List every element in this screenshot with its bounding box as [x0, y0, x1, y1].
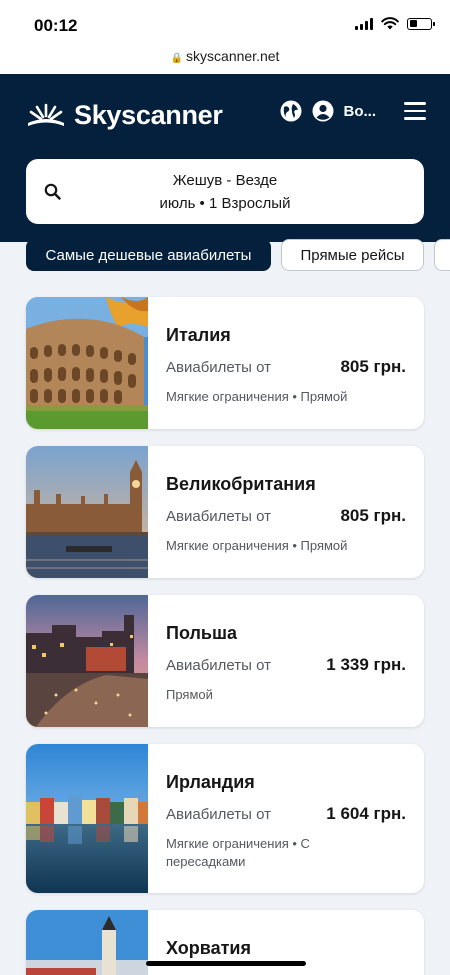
site-header: Skyscanner Во... Жешув - Везде июль • 1 … — [0, 74, 450, 242]
user-label[interactable]: Во... — [344, 103, 377, 120]
destination-price: 805 грн. — [340, 357, 406, 376]
skyscanner-logo[interactable]: Skyscanner — [26, 100, 223, 131]
destination-price: 1 604 грн. — [326, 804, 406, 823]
brand-name: Skyscanner — [74, 100, 223, 130]
url-text: skyscanner.net — [186, 48, 280, 64]
uk-photo — [26, 446, 148, 578]
status-bar: 00:12 — [0, 0, 450, 48]
filter-more-chip[interactable] — [434, 239, 450, 271]
destination-country: Хорватия — [166, 938, 251, 958]
destination-card[interactable]: Польша Авиабилеты от 1 339 грн. Прямой — [26, 595, 424, 727]
globe-icon[interactable] — [280, 100, 302, 122]
destination-country: Великобритания — [166, 474, 316, 494]
destination-country: Италия — [166, 325, 231, 345]
destination-country: Польша — [166, 623, 237, 643]
destination-country: Ирландия — [166, 772, 255, 792]
destination-tags: Мягкие ограничения • Прямой — [166, 389, 348, 404]
home-indicator[interactable] — [146, 961, 306, 966]
header-actions: Во... — [280, 100, 426, 122]
cellular-signal-icon — [355, 17, 373, 30]
status-time: 00:12 — [34, 16, 78, 35]
destination-card[interactable]: Великобритания Авиабилеты от 805 грн. Мя… — [26, 446, 424, 578]
croatia-photo — [26, 910, 148, 975]
destination-price-label: Авиабилеты от — [166, 806, 271, 823]
poland-photo — [26, 595, 148, 727]
destination-price: 805 грн. — [340, 506, 406, 525]
destination-price-label: Авиабилеты от — [166, 508, 271, 525]
destination-card[interactable]: Италия Авиабилеты от 805 грн. Мягкие огр… — [26, 297, 424, 429]
destination-tags: Мягкие ограничения • Прямой — [166, 538, 348, 553]
hamburger-menu-icon[interactable] — [404, 102, 426, 120]
filter-direct-chip[interactable]: Прямые рейсы — [281, 239, 424, 271]
ireland-photo — [26, 744, 148, 893]
destination-price-label: Авиабилеты от — [166, 359, 271, 376]
wifi-icon — [381, 17, 399, 30]
battery-icon — [407, 17, 435, 30]
destination-tags: Прямой — [166, 687, 213, 702]
account-icon[interactable] — [312, 100, 334, 122]
destination-card[interactable]: Ирландия Авиабилеты от 1 604 грн. Мягкие… — [26, 744, 424, 893]
destination-tags: Мягкие ограничения • С пересадками — [166, 836, 310, 869]
search-details: июль • 1 Взрослый — [159, 195, 291, 212]
destination-price: 1 339 грн. — [326, 655, 406, 674]
lock-icon: 🔒 — [170, 53, 184, 64]
filter-cheapest-chip[interactable]: Самые дешевые авиабилеты — [26, 239, 271, 271]
italy-photo — [26, 297, 148, 429]
status-icons — [355, 17, 435, 30]
search-summary-box[interactable]: Жешув - Везде июль • 1 Взрослый — [26, 159, 424, 224]
search-route: Жешув - Везде — [172, 172, 278, 189]
sunrise-logo-icon — [28, 103, 64, 126]
filter-chips: Самые дешевые авиабилеты Прямые рейсы — [26, 239, 450, 271]
destination-price-label: Авиабилеты от — [166, 657, 271, 674]
browser-url-bar[interactable]: 🔒 skyscanner.net — [0, 48, 450, 74]
